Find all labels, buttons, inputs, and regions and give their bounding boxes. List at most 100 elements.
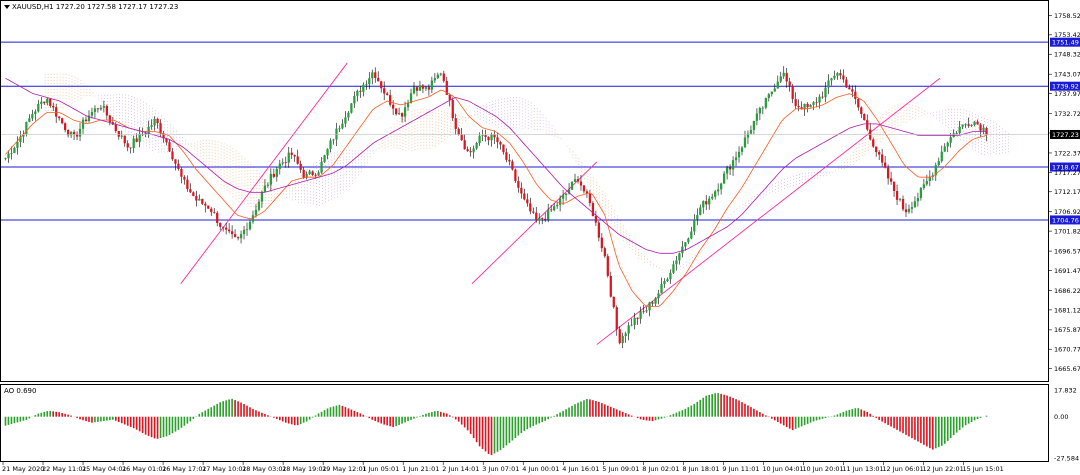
x-tick-label: 9 Jun 11:01 <box>722 465 759 473</box>
candle-body <box>183 176 186 180</box>
candle-body <box>815 102 818 104</box>
candle-body <box>40 101 43 104</box>
x-tick-label: 12 Jun 06:01 <box>882 465 923 473</box>
x-tick-label: 25 May 04:01 <box>82 465 127 473</box>
candle-body <box>287 152 290 163</box>
y-tick-label: 1681.12 <box>1054 306 1080 314</box>
x-tick-label: 21 May 2020 <box>2 465 44 473</box>
x-tick-label: 4 Jun 00:01 <box>522 465 559 473</box>
candle-body <box>433 78 437 81</box>
candle-body <box>550 209 553 211</box>
candle-body <box>839 73 842 76</box>
candle-body <box>263 185 267 193</box>
time-axis: 21 May 202022 May 11:0125 May 04:0126 Ma… <box>2 462 1004 473</box>
candle-body <box>210 208 213 213</box>
candle-body <box>794 99 797 106</box>
candle-body <box>714 191 717 197</box>
candle-body <box>102 105 106 108</box>
candle-body <box>514 169 517 181</box>
candle-body <box>484 135 487 137</box>
candle-body <box>329 140 332 149</box>
candle-body <box>332 139 335 141</box>
candle-body <box>693 219 696 232</box>
candle-body <box>678 253 681 261</box>
candle-body <box>588 193 592 204</box>
candle-body <box>31 114 34 119</box>
candle-body <box>845 79 848 88</box>
candle-body <box>624 333 627 336</box>
candle-body <box>973 121 976 126</box>
candle-body <box>591 203 595 217</box>
candle-body <box>979 124 982 131</box>
candle-body <box>889 178 893 182</box>
candle-body <box>37 103 40 112</box>
candle-body <box>976 121 979 125</box>
candle-body <box>49 98 52 106</box>
x-tick-label: 2 Jun 14:01 <box>442 465 479 473</box>
y-tick-label: 1748.32 <box>1054 51 1080 59</box>
candle-body <box>90 111 94 116</box>
candle-body <box>830 78 833 81</box>
candle-body <box>717 189 720 192</box>
candle-body <box>81 119 85 129</box>
candle-body <box>898 198 902 200</box>
candle-body <box>219 222 222 227</box>
x-tick-label: 1 Jun 05:01 <box>362 465 399 473</box>
x-tick-label: 10 Jun 20:01 <box>802 465 843 473</box>
candle-body <box>913 201 917 208</box>
x-tick-label: 26 May 17:01 <box>162 465 207 473</box>
candle-body <box>177 163 180 169</box>
candle-body <box>225 227 228 230</box>
candle-body <box>821 96 824 98</box>
x-tick-label: 11 Jun 13:01 <box>842 465 883 473</box>
candle-body <box>687 238 690 243</box>
candle-body <box>156 118 159 124</box>
candle-body <box>150 125 153 127</box>
candle-body <box>728 167 732 170</box>
candle-body <box>743 137 747 148</box>
candle-body <box>320 161 323 173</box>
candle-body <box>705 201 708 205</box>
candle-body <box>904 209 908 213</box>
candle-body <box>314 175 317 176</box>
candle-body <box>555 204 559 207</box>
candle-body <box>642 311 645 313</box>
candle-body <box>627 325 630 334</box>
y-tick-label: 1758.52 <box>1054 12 1080 20</box>
candle-body <box>171 151 174 160</box>
candle-body <box>764 98 767 108</box>
candle-body <box>955 132 958 134</box>
candle-body <box>615 307 618 330</box>
candle-body <box>222 226 225 228</box>
candle-body <box>195 195 198 201</box>
candle-body <box>34 111 37 115</box>
candle-body <box>233 234 237 238</box>
candle-body <box>216 212 219 223</box>
candle-body <box>442 73 445 81</box>
candle-body <box>630 324 633 326</box>
candle-body <box>335 128 338 140</box>
candle-body <box>391 104 395 109</box>
candle-body <box>600 237 603 249</box>
candle-body <box>403 107 407 117</box>
y-tick-label: 1717.27 <box>1054 169 1080 177</box>
candle-body <box>326 148 329 156</box>
candle-body <box>883 162 887 168</box>
candle-body <box>201 198 204 204</box>
ao-y-tick-label: 17.832 <box>1054 386 1077 394</box>
candle-body <box>290 152 293 155</box>
candle-body <box>386 93 389 96</box>
candle-body <box>472 148 475 153</box>
candle-body <box>848 87 851 90</box>
candle-body <box>561 194 565 199</box>
candle-body <box>153 118 156 126</box>
candle-body <box>13 147 16 154</box>
trading-chart[interactable]: 17.8320.00-27.584 1751.491739.921718.671… <box>0 0 1080 475</box>
candle-body <box>776 81 779 89</box>
candle-body <box>302 169 305 178</box>
candle-body <box>78 128 82 137</box>
candle-body <box>866 120 869 130</box>
candle-body <box>946 142 949 147</box>
candle-body <box>681 246 684 254</box>
candle-body <box>278 163 281 169</box>
